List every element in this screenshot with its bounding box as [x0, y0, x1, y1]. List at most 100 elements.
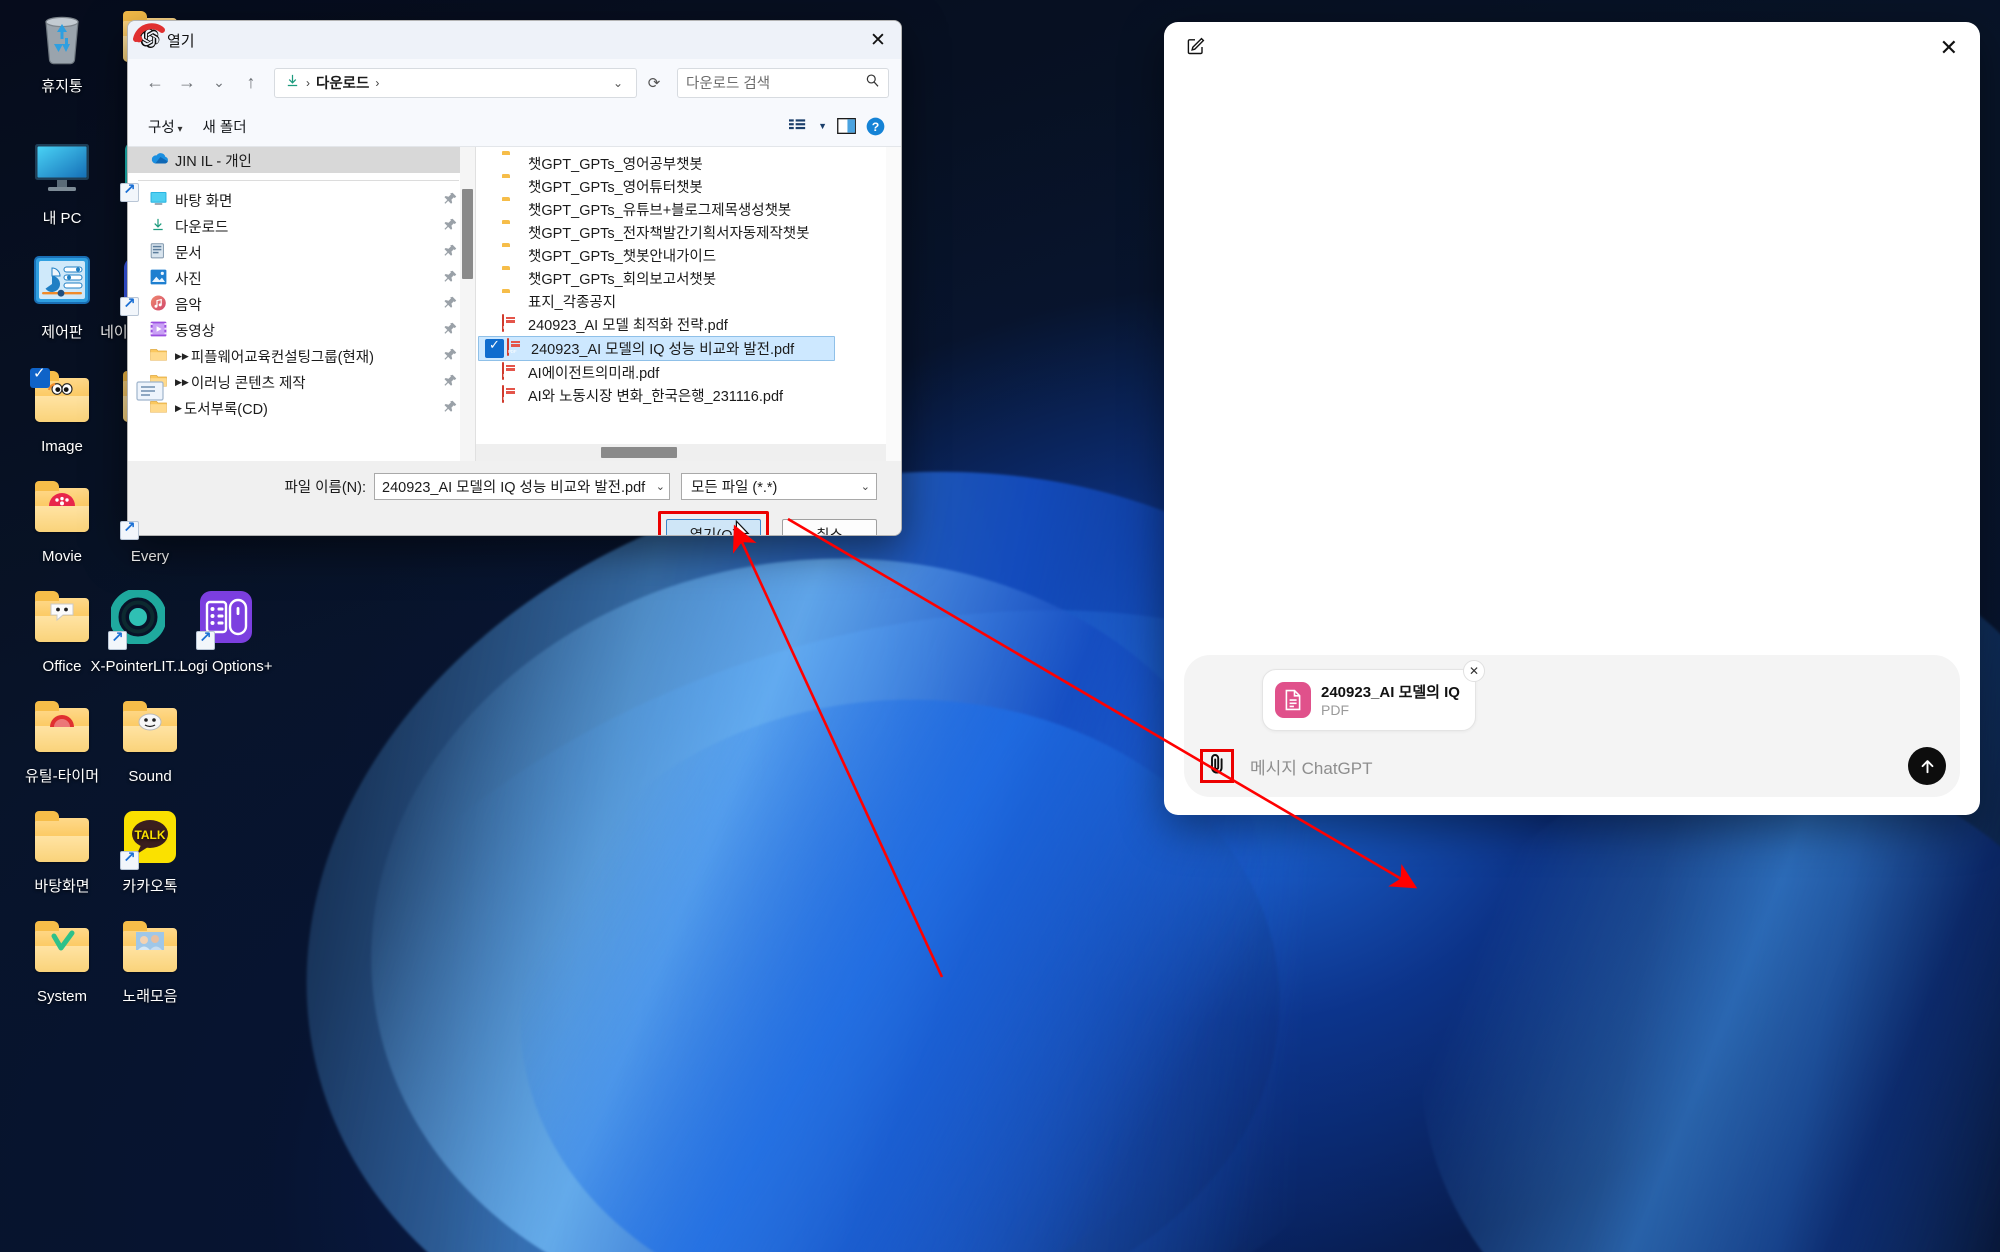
nav-item-label: 사진 — [175, 271, 202, 288]
file-list-item[interactable]: 챗GPT_GPTs_영어튜터챗봇 — [476, 175, 901, 198]
pin-icon[interactable] — [444, 244, 457, 261]
nav-item-label: 다운로드 — [175, 219, 229, 236]
new-folder-button[interactable]: 새 폴더 — [193, 112, 257, 141]
open-button[interactable]: 열기(O) — [666, 519, 761, 535]
breadcrumb-label[interactable]: 다운로드 — [316, 72, 369, 93]
file-list-pane[interactable]: 챗GPT_GPTs_영어공부챗봇 챗GPT_GPTs_영어튜터챗봇 챗GPT_GPT… — [476, 147, 901, 461]
nav-item-onedrive[interactable]: JIN IL - 개인 — [128, 147, 475, 173]
pin-icon[interactable] — [444, 218, 457, 235]
file-list-item[interactable]: 240923_AI 모델의 IQ 성능 비교와 발전.pdf — [478, 336, 835, 361]
file-list-item[interactable]: 챗GPT_GPTs_전자책발간기획서자동제작챗봇 — [476, 221, 901, 244]
pin-icon[interactable] — [444, 192, 457, 209]
arrow-left-icon[interactable]: ← — [140, 68, 170, 98]
file-name: AI에이전트의미래.pdf — [528, 366, 660, 382]
file-list-item[interactable]: AI와 노동시장 변화_한국은행_231116.pdf — [476, 384, 901, 407]
control-panel-icon — [32, 256, 92, 316]
file-type-select[interactable]: 모든 파일 (*.*) ⌄ — [681, 473, 877, 500]
breadcrumb-separator: › — [306, 75, 310, 90]
nav-item-label: 동영상 — [175, 323, 216, 340]
file-name: 챗GPT_GPTs_챗봇안내가이드 — [528, 249, 717, 265]
chatgpt-panel[interactable]: ✕ 240923_AI 모델의 IQ ... PDF ✕ 메시지 ChatGPT — [1164, 22, 1980, 815]
nav-item-label: 도서부록(CD) — [183, 401, 268, 418]
file-horizontal-scrollbar[interactable] — [476, 444, 886, 461]
navigation-pane[interactable]: JIN IL - 개인바탕 화면다운로드문서사진음악동영상 ▶▶ 피플웨어교육컨설팅… — [128, 147, 476, 461]
folder-icon — [502, 246, 519, 265]
desktop: 휴지통We 내 PC Vre 제어판 네이버 MYBOX — [0, 0, 2000, 1252]
pictures-icon — [150, 269, 170, 287]
shortcut-overlay-icon — [120, 295, 139, 316]
expander-icon[interactable]: ▶ — [175, 403, 182, 414]
file-list-item[interactable]: 240923_AI 모델 최적화 전략.pdf — [476, 313, 901, 336]
arrow-up-icon[interactable]: ↑ — [236, 68, 266, 98]
cancel-button[interactable]: 취소 — [782, 519, 877, 535]
file-list-item[interactable]: 챗GPT_GPTs_영어공부챗봇 — [476, 152, 901, 175]
arrow-right-icon[interactable]: → — [172, 68, 202, 98]
nav-item-3[interactable]: 사진 — [128, 265, 475, 291]
file-name: 챗GPT_GPTs_전자책발간기획서자동제작챗봇 — [528, 226, 810, 242]
folder-office-icon — [32, 590, 92, 650]
nav-item-2[interactable]: 문서 — [128, 239, 475, 265]
file-list-item[interactable]: AI에이전트의미래.pdf — [476, 361, 901, 384]
compose-icon[interactable] — [1186, 36, 1206, 61]
desktop-icon-folder-songs[interactable]: 노래모음 — [96, 920, 204, 1007]
nav-scrollbar-thumb[interactable] — [462, 189, 473, 279]
videos-icon — [150, 321, 170, 339]
view-list-icon[interactable] — [789, 119, 808, 133]
nav-scrollbar[interactable] — [460, 147, 475, 461]
expander-icon[interactable]: ▶▶ — [175, 377, 189, 388]
pin-icon[interactable] — [444, 322, 457, 339]
nav-item-6[interactable]: ▶▶ 피플웨어교육컨설팅그룹(현재) — [128, 343, 475, 369]
close-icon[interactable]: ✕ — [855, 21, 901, 59]
desktop-icon-folder-sound[interactable]: Sound — [96, 700, 204, 787]
nav-item-8[interactable]: ▶ 도서부록(CD) — [128, 395, 475, 421]
file-horizontal-scrollbar-thumb[interactable] — [601, 447, 677, 458]
filename-label: 파일 이름(N): — [284, 480, 366, 496]
desktop-icon-label: Logi Options+ — [179, 658, 273, 675]
paperclip-icon[interactable] — [1206, 752, 1228, 781]
file-list-item[interactable]: 표지_각종공지 — [476, 290, 901, 313]
close-icon[interactable]: ✕ — [1940, 35, 1958, 61]
chevron-down-icon[interactable]: ▼ — [818, 121, 827, 131]
pin-icon[interactable] — [444, 270, 457, 287]
attachment-card[interactable]: 240923_AI 모델의 IQ ... PDF ✕ — [1262, 660, 1485, 731]
pin-icon[interactable] — [444, 374, 457, 391]
pin-icon[interactable] — [444, 296, 457, 313]
pin-icon[interactable] — [444, 348, 457, 365]
refresh-icon[interactable]: ⟳ — [639, 74, 669, 92]
nav-item-0[interactable]: 바탕 화면 — [128, 187, 475, 213]
help-icon[interactable]: ? — [866, 117, 885, 136]
chat-composer[interactable]: 240923_AI 모델의 IQ ... PDF ✕ 메시지 ChatGPT — [1184, 655, 1960, 797]
chevron-down-icon[interactable]: ⌄ — [204, 68, 234, 98]
organize-button[interactable]: 구성 ▾ — [138, 112, 193, 141]
filename-input[interactable]: 240923_AI 모델의 IQ 성능 비교와 발전.pdf ⌄ — [374, 473, 670, 500]
preview-pane-icon[interactable] — [837, 118, 856, 134]
composer-placeholder[interactable]: 메시지 ChatGPT — [1250, 754, 1908, 779]
file-vertical-scrollbar[interactable] — [886, 147, 901, 461]
open-file-dialog[interactable]: 열기 ✕ ← → ⌄ ↑ › 다운로드 › ⌄ ⟳ 다운로드 검색 구성 ▾ 새… — [127, 20, 902, 536]
breadcrumb[interactable]: › 다운로드 › ⌄ — [274, 67, 637, 98]
nav-item-1[interactable]: 다운로드 — [128, 213, 475, 239]
file-name: 표지_각종공지 — [528, 295, 617, 311]
close-icon[interactable]: ✕ — [1463, 660, 1485, 682]
folder-icon — [502, 154, 519, 173]
nav-item-7[interactable]: ▶▶ 이러닝 콘텐츠 제작 — [128, 369, 475, 395]
send-button[interactable] — [1908, 747, 1946, 785]
file-list-item[interactable]: 챗GPT_GPTs_챗봇안내가이드 — [476, 244, 901, 267]
downloads-icon — [150, 217, 170, 235]
pin-icon[interactable] — [444, 400, 457, 417]
desktop-icon-kakaotalk-shortcut[interactable]: TALK 카카오톡 — [96, 810, 204, 897]
folder-movie-icon — [32, 480, 92, 540]
search-input[interactable]: 다운로드 검색 — [677, 67, 889, 98]
nav-item-5[interactable]: 동영상 — [128, 317, 475, 343]
desktop-icon-logi-options-shortcut[interactable]: Logi Options+ — [172, 590, 280, 677]
row-checkbox[interactable] — [485, 337, 504, 358]
chevron-down-icon[interactable]: ⌄ — [652, 480, 665, 493]
file-list-item[interactable]: 챗GPT_GPTs_유튜브+블로그제목생성챗봇 — [476, 198, 901, 221]
chevron-down-icon[interactable]: ⌄ — [606, 76, 630, 90]
file-list-item[interactable]: 챗GPT_GPTs_회의보고서챗봇 — [476, 267, 901, 290]
nav-item-4[interactable]: 음악 — [128, 291, 475, 317]
expander-icon[interactable]: ▶▶ — [175, 351, 189, 362]
dialog-title-bar: 열기 ✕ — [128, 21, 901, 59]
folder-songs-icon — [120, 920, 180, 980]
chevron-down-icon[interactable]: ⌄ — [861, 480, 870, 493]
